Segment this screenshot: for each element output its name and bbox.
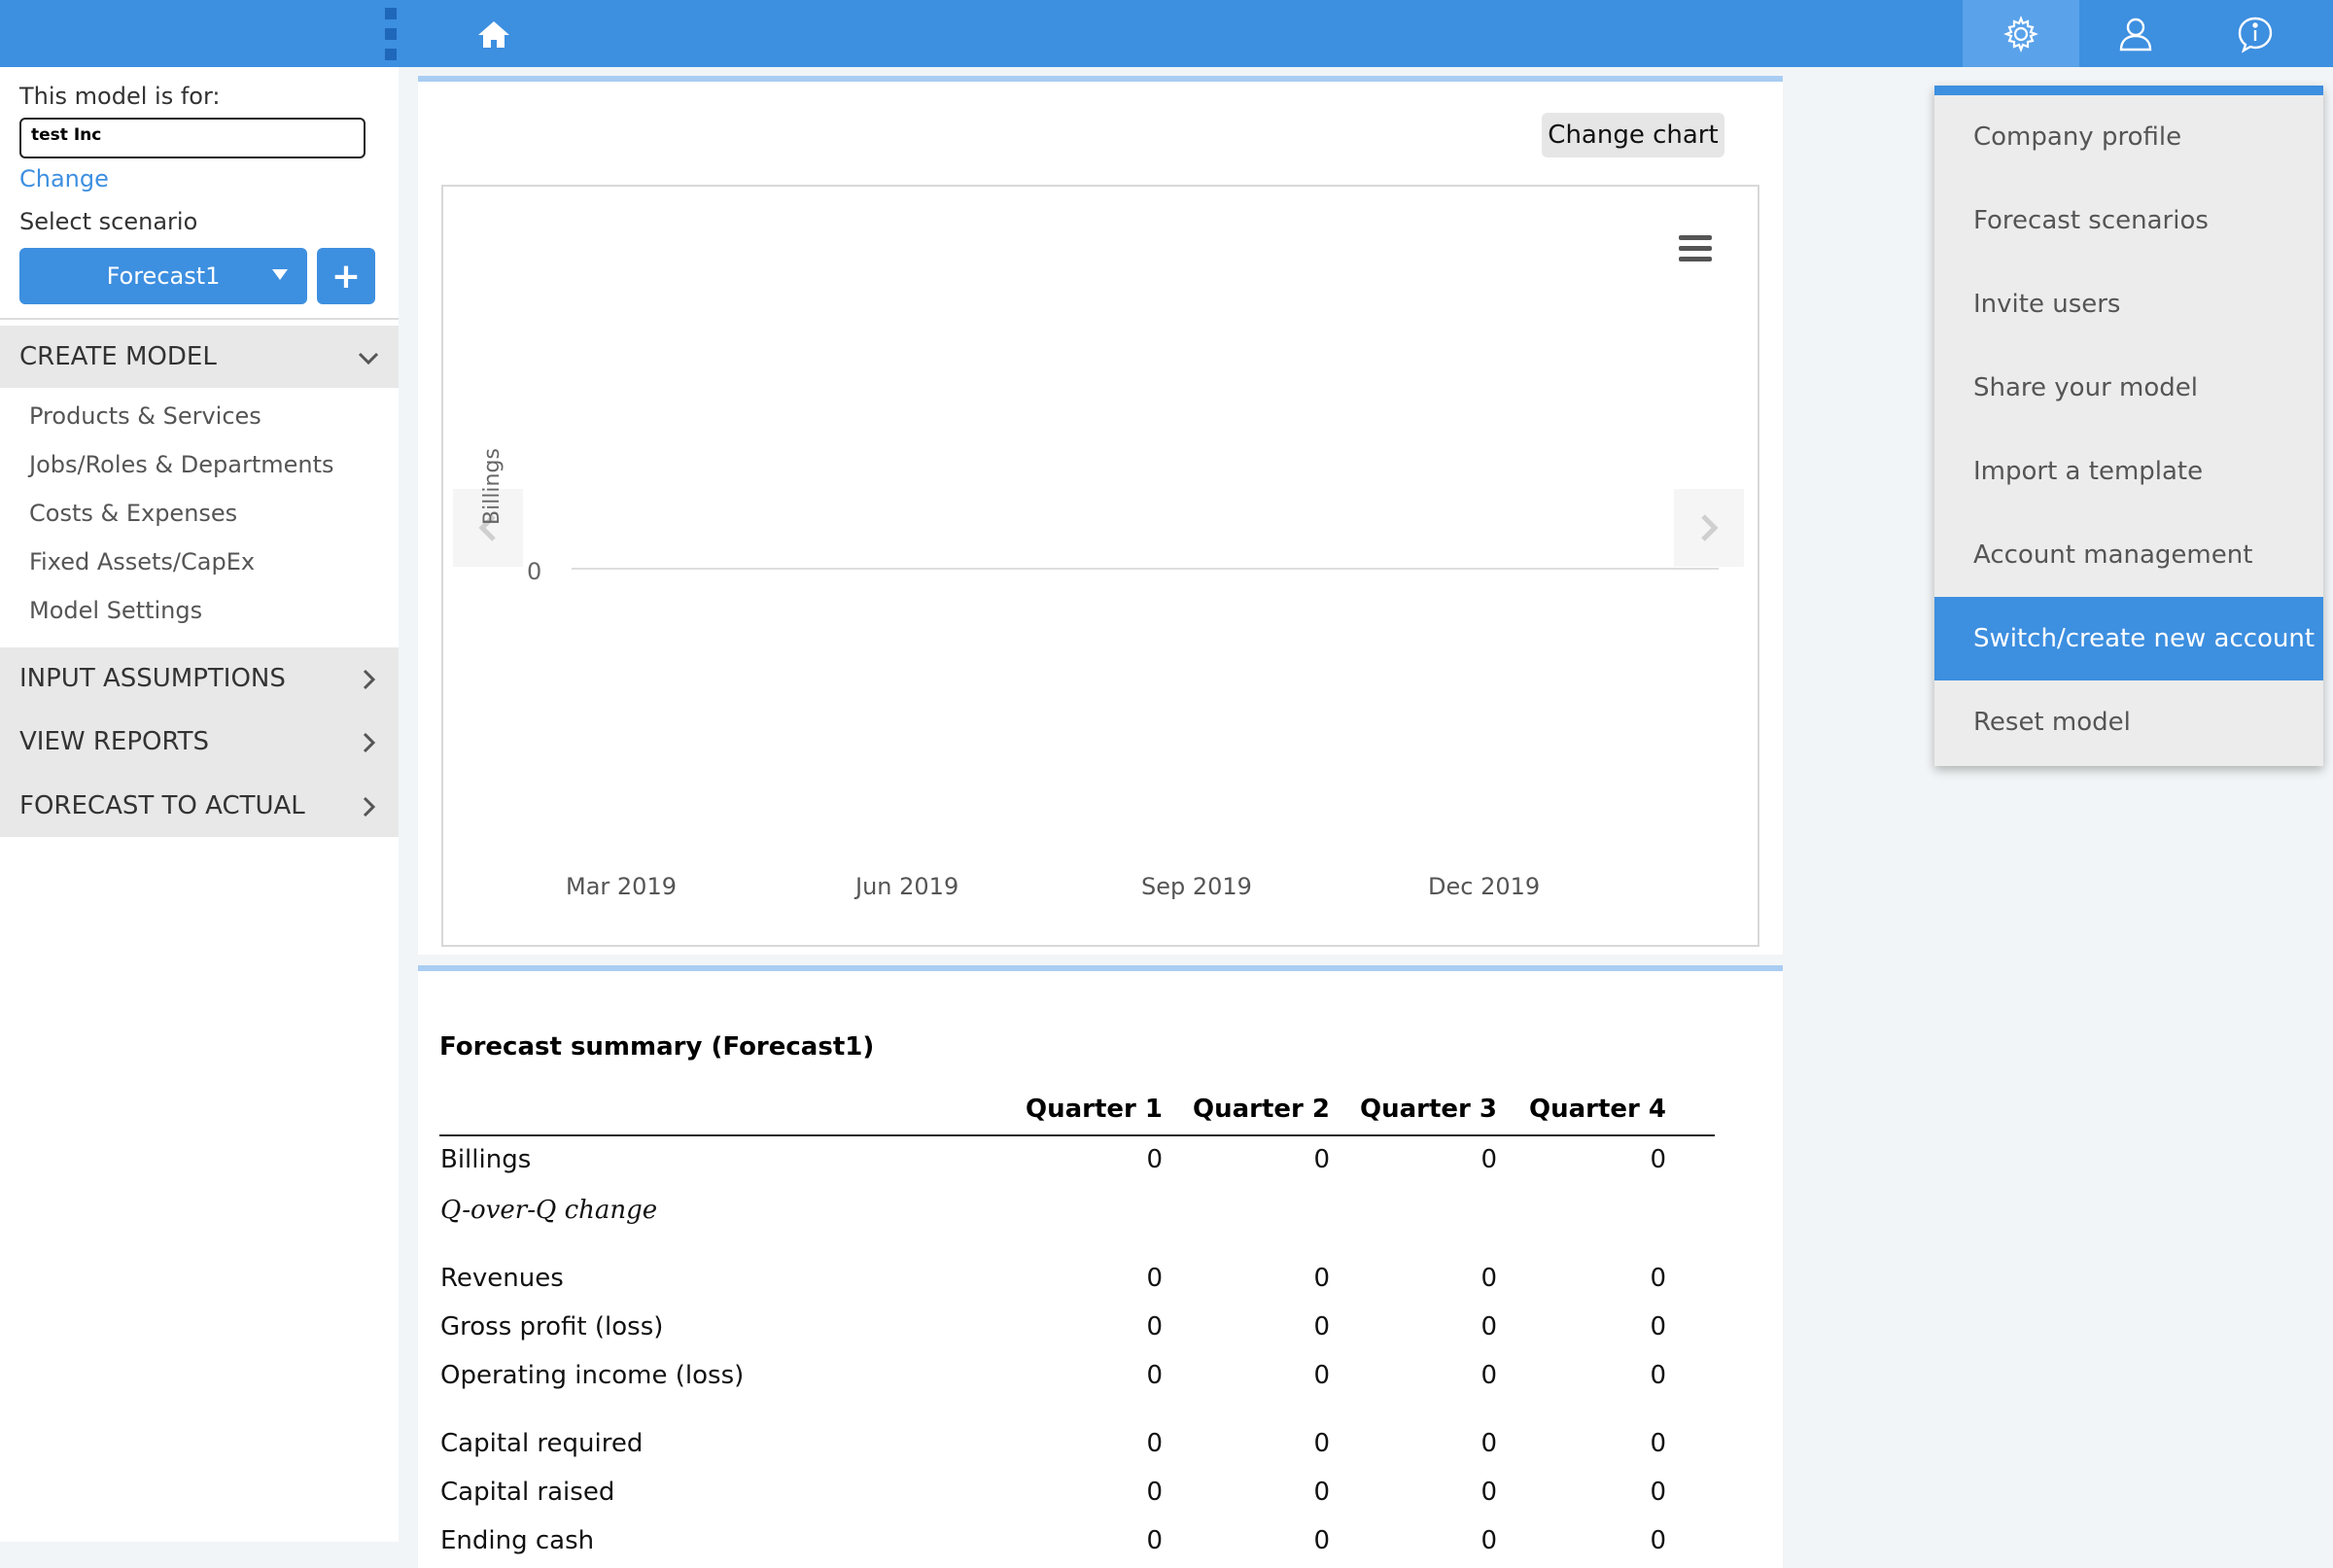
table-cell: 0	[1146, 1429, 1163, 1458]
menu-item-share-model[interactable]: Share your model	[1934, 346, 2323, 430]
section-label: INPUT ASSUMPTIONS	[19, 664, 286, 693]
chart-baseline	[572, 568, 1719, 570]
column-header-quarter-2: Quarter 2	[1192, 1095, 1330, 1124]
chevron-right-icon	[1701, 514, 1719, 541]
table-cell: 0	[1650, 1264, 1666, 1293]
table-cell: 0	[1313, 1264, 1330, 1293]
chevron-down-icon	[358, 352, 379, 366]
sidebar-item-costs-expenses[interactable]: Costs & Expenses	[29, 500, 237, 527]
menu-item-import-template[interactable]: Import a template	[1934, 430, 2323, 513]
table-cell: 0	[1650, 1361, 1666, 1390]
chart-area	[441, 185, 1759, 947]
table-cell: 0	[1146, 1526, 1163, 1555]
table-row-label: Billings	[440, 1145, 532, 1174]
table-cell: 0	[1480, 1361, 1497, 1390]
column-header-quarter-4: Quarter 4	[1528, 1095, 1666, 1124]
table-cell: 0	[1480, 1478, 1497, 1507]
menu-item-account-management[interactable]: Account management	[1934, 513, 2323, 597]
change-chart-button[interactable]: Change chart	[1542, 113, 1724, 157]
table-row-label: Operating income (loss)	[440, 1361, 745, 1390]
table-cell: 0	[1480, 1312, 1497, 1342]
scenario-select-value: Forecast1	[106, 262, 221, 290]
table-cell: 0	[1313, 1526, 1330, 1555]
user-icon[interactable]	[2077, 0, 2194, 67]
caret-down-icon	[272, 269, 288, 280]
settings-dropdown-menu: Company profile Forecast scenarios Invit…	[1934, 86, 2323, 766]
sidebar-toggle-grip-icon[interactable]	[385, 8, 397, 60]
model-for-label: This model is for:	[19, 83, 221, 110]
menu-item-reset-model[interactable]: Reset model	[1934, 680, 2323, 764]
table-cell: 0	[1146, 1145, 1163, 1174]
chart-next-arrow[interactable]	[1674, 489, 1744, 567]
table-cell: 0	[1313, 1361, 1330, 1390]
table-cell: 0	[1146, 1264, 1163, 1293]
menu-item-company-profile[interactable]: Company profile	[1934, 95, 2323, 179]
summary-title: Forecast summary (Forecast1)	[439, 1032, 875, 1062]
chevron-right-icon	[363, 796, 376, 818]
sidebar: This model is for: test Inc Change Selec…	[0, 67, 399, 1542]
table-cell: 0	[1650, 1429, 1666, 1458]
table-cell: 0	[1650, 1312, 1666, 1342]
section-label: FORECAST TO ACTUAL	[19, 791, 305, 820]
table-cell: 0	[1480, 1145, 1497, 1174]
gear-icon[interactable]	[1963, 0, 2079, 67]
menu-item-switch-create-account[interactable]: Switch/create new account	[1934, 597, 2323, 680]
table-row-label: Ending cash	[440, 1526, 595, 1555]
chevron-right-icon	[363, 669, 376, 690]
table-cell: 0	[1650, 1145, 1666, 1174]
section-forecast-to-actual[interactable]: FORECAST TO ACTUAL	[0, 775, 399, 837]
sidebar-item-products-services[interactable]: Products & Services	[29, 402, 261, 430]
table-row-label: Capital raised	[440, 1478, 615, 1507]
info-icon[interactable]	[2197, 0, 2314, 67]
table-cell: 0	[1146, 1361, 1163, 1390]
section-label: VIEW REPORTS	[19, 727, 210, 756]
table-cell: 0	[1480, 1526, 1497, 1555]
table-cell: 0	[1650, 1526, 1666, 1555]
add-scenario-button[interactable]: +	[317, 248, 375, 304]
table-cell: 0	[1313, 1312, 1330, 1342]
section-input-assumptions[interactable]: INPUT ASSUMPTIONS	[0, 647, 399, 710]
table-header-rule	[439, 1134, 1715, 1136]
top-navigation-bar	[0, 0, 2333, 67]
table-row-label: Gross profit (loss)	[440, 1312, 664, 1342]
chevron-right-icon	[363, 732, 376, 753]
table-cell: 0	[1313, 1145, 1330, 1174]
scenario-select[interactable]: Forecast1	[19, 248, 307, 304]
section-label: CREATE MODEL	[19, 342, 217, 371]
sidebar-item-fixed-assets[interactable]: Fixed Assets/CapEx	[29, 548, 255, 575]
table-cell: 0	[1480, 1429, 1497, 1458]
table-cell: 0	[1650, 1478, 1666, 1507]
change-company-link[interactable]: Change	[19, 165, 109, 192]
chart-x-tick: Sep 2019	[1141, 873, 1252, 900]
table-cell: 0	[1480, 1264, 1497, 1293]
chart-x-tick: Dec 2019	[1428, 873, 1541, 900]
table-row-label: Capital required	[440, 1429, 644, 1458]
menu-item-forecast-scenarios[interactable]: Forecast scenarios	[1934, 179, 2323, 262]
chart-y-tick: 0	[527, 558, 542, 585]
sidebar-item-model-settings[interactable]: Model Settings	[29, 597, 202, 624]
section-view-reports[interactable]: VIEW REPORTS	[0, 711, 399, 773]
column-header-quarter-3: Quarter 3	[1359, 1095, 1497, 1124]
table-row-label: Revenues	[440, 1264, 564, 1293]
column-header-quarter-1: Quarter 1	[1025, 1095, 1163, 1124]
chart-x-tick: Mar 2019	[566, 873, 677, 900]
table-cell: 0	[1146, 1312, 1163, 1342]
chart-menu-icon[interactable]	[1679, 235, 1712, 262]
chart-y-axis-label: Billings	[480, 448, 505, 525]
table-cell: 0	[1313, 1429, 1330, 1458]
sidebar-item-jobs-roles[interactable]: Jobs/Roles & Departments	[29, 451, 334, 478]
chart-x-tick: Jun 2019	[855, 873, 959, 900]
sidebar-divider	[0, 318, 399, 320]
table-cell: 0	[1313, 1478, 1330, 1507]
menu-item-invite-users[interactable]: Invite users	[1934, 262, 2323, 346]
table-row-label: Q-over-Q change	[440, 1196, 658, 1225]
select-scenario-label: Select scenario	[19, 208, 198, 235]
home-icon[interactable]	[474, 16, 513, 54]
company-name-field[interactable]: test Inc	[19, 118, 366, 158]
section-create-model[interactable]: CREATE MODEL	[0, 326, 399, 388]
table-cell: 0	[1146, 1478, 1163, 1507]
